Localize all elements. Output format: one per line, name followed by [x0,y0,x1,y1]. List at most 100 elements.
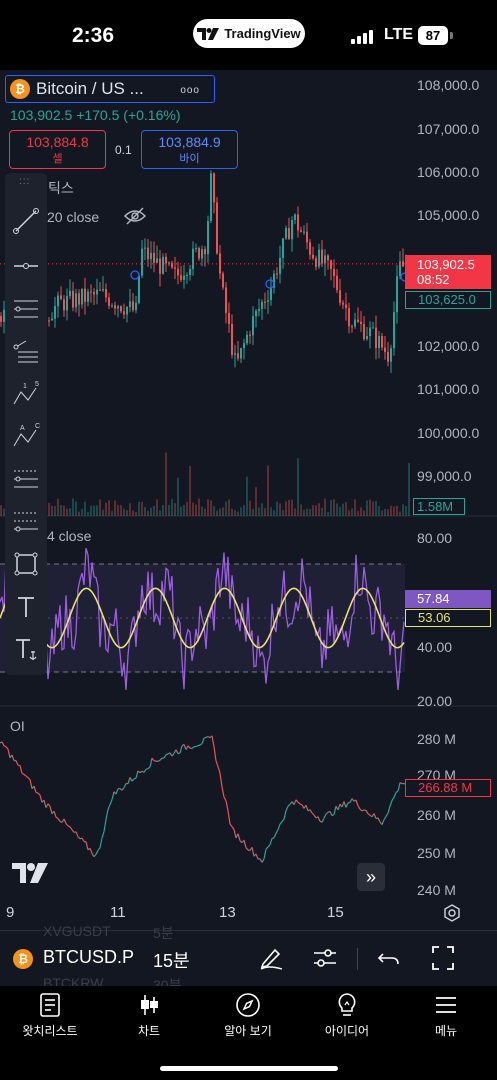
buy-label: 바이 [179,153,200,165]
symbol-selector[interactable]: ₿ Bitcoin / US ... ooo [5,75,215,103]
date-price-range-tool-icon[interactable] [8,503,44,539]
candle-body [294,214,296,221]
drawing-pen-icon[interactable] [258,945,284,971]
volume-bar [117,505,119,516]
oi-candle [35,791,39,794]
oi-candle [179,745,183,754]
volume-bar [81,508,83,516]
oi-candle [147,766,151,770]
candle-body [339,290,341,303]
indicator-label-rsi[interactable]: 4 close [47,528,91,544]
volume-bar [261,503,263,516]
indicator-label-ma[interactable]: 20 close [47,209,99,225]
candle-body [228,312,230,324]
oi-candle [255,853,259,860]
rsi-axis-label: 20.00 [417,693,453,709]
candle-body [117,306,119,309]
chart-area[interactable]: ₿ Bitcoin / US ... ooo 103,902.5 +170.5 … [0,70,497,930]
price-axis-label: 101,000.0 [417,381,480,397]
candle-body [189,269,191,276]
oi-candle [207,735,211,739]
more-options-icon[interactable]: ooo [180,85,200,96]
oi-candle [107,804,111,810]
interval-button[interactable]: 15분 [153,947,190,973]
hide-eye-icon[interactable] [124,207,146,225]
oi-candle [175,749,179,754]
anchored-text-tool-icon[interactable] [8,631,44,667]
volume-bar [162,505,164,516]
oi-candle [27,777,31,780]
candle-body [126,306,128,315]
oi-candle [33,785,37,793]
candle-body [78,293,80,305]
sell-button[interactable]: 103,884.8 셀 [9,130,106,169]
volume-bar [51,505,53,516]
indicators-icon[interactable] [312,945,338,971]
long-position-tool-icon[interactable] [8,461,44,497]
oi-candle [37,792,41,796]
candle-body [402,261,404,267]
text-tool-icon[interactable] [8,589,44,625]
chart-settings-icon[interactable] [443,904,461,922]
oi-candle [133,777,137,780]
indicator-label-oi[interactable]: OI [10,718,25,734]
compass-icon [236,993,260,1017]
oi-candle [43,800,47,808]
candle-body [87,291,89,302]
volume-bar [381,510,383,516]
oi-candle [217,766,221,774]
candle-body [114,305,116,309]
oi-candle [265,846,269,850]
rsi-value-tag: 57.84 [405,590,491,608]
volume-bar [177,477,179,516]
tab-explore[interactable]: 알아 보기 [198,992,298,1039]
volume-bar [315,505,317,516]
volume-bar [102,509,104,516]
volume-bar [66,508,68,516]
candle-body [267,300,269,302]
oi-candle [1,741,5,747]
candle-body [297,214,299,231]
tab-chart[interactable]: 차트 [99,992,199,1039]
price-axis-label: 100,000.0 [417,425,480,441]
oi-candle [323,813,327,819]
fib-channel-tool-icon[interactable] [8,333,44,369]
scroll-to-realtime-button[interactable]: » [357,863,385,891]
fullscreen-icon[interactable] [431,945,455,971]
candle-body [144,247,146,249]
xabcd-pattern-tool-icon[interactable]: 15 [8,376,44,412]
candle-body [318,249,320,267]
menu-icon [436,997,456,1013]
tab-watchlist[interactable]: 왓치리스트 [0,992,100,1039]
trend-line-tool-icon[interactable] [8,203,44,239]
volume-bar [351,508,353,516]
buy-button[interactable]: 103,884.9 바이 [141,130,238,169]
horizontal-ray-tool-icon[interactable] [8,248,44,284]
tradingview-pill[interactable]: TradingView [193,19,305,48]
volume-bar [279,503,281,516]
oi-candle [293,799,297,805]
volume-bar [246,476,248,516]
oi-candle [195,745,199,748]
undo-icon[interactable] [377,945,401,971]
candle-body [147,247,149,260]
symbol-button[interactable]: BTCUSD.P [43,947,134,968]
price-change: +170.5 [76,107,120,123]
oi-candle [313,814,317,819]
volume-bar [336,503,338,516]
rectangle-tool-icon[interactable] [8,546,44,582]
oi-candle [273,833,277,838]
candle-body [222,273,224,288]
drag-handle-icon[interactable]: ::: [19,176,30,187]
abc-pattern-tool-icon[interactable]: AC [8,418,44,454]
signal-icon [351,30,373,44]
tab-label: 왓치리스트 [22,1024,78,1038]
volume-bar [312,505,314,516]
tab-ideas[interactable]: 아이디어 [297,992,397,1039]
volume-bar [195,504,197,516]
pitchfork-tool-icon[interactable] [8,291,44,327]
candle-body [264,301,266,303]
oi-candle [271,837,275,840]
tab-menu[interactable]: 메뉴 [396,992,496,1039]
indicator-label-ticks[interactable]: 틱스 [48,178,74,198]
